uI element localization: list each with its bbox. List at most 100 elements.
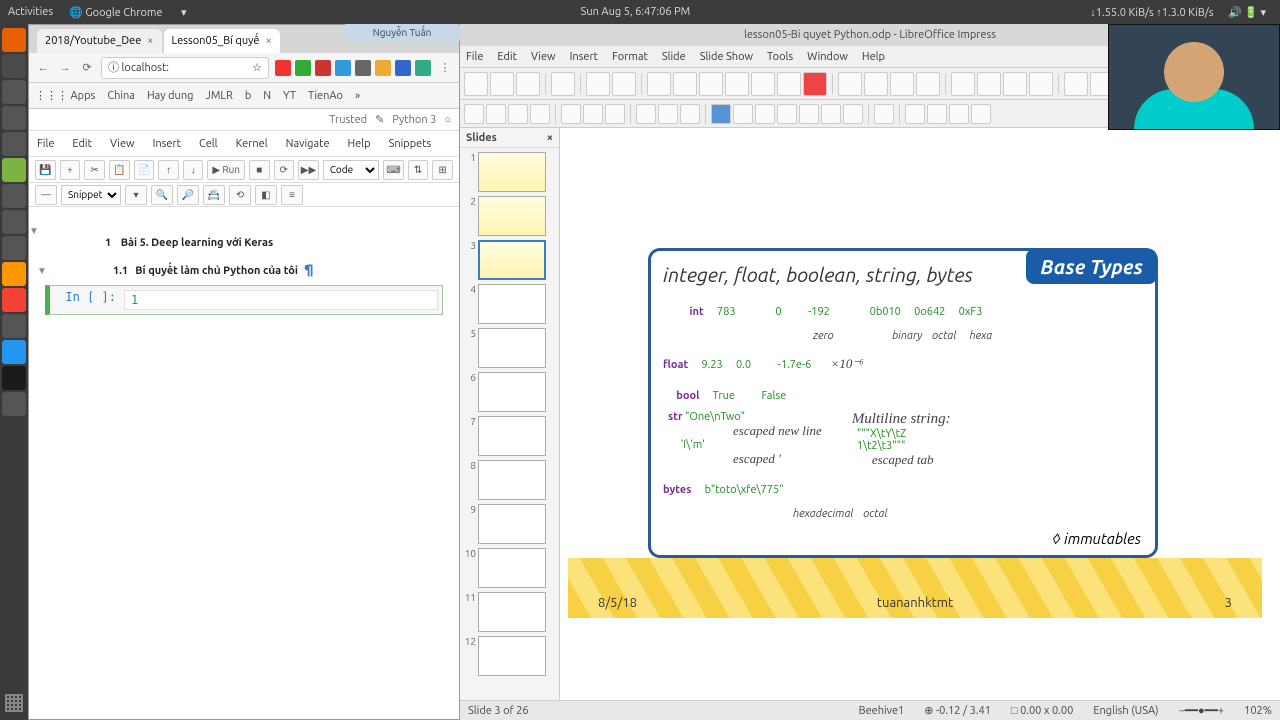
collapse-icon[interactable]: ▼	[29, 225, 39, 237]
line-button[interactable]	[561, 104, 581, 124]
open-button[interactable]	[490, 72, 514, 96]
notebook-body[interactable]: ▼ 1 Bài 5. Deep learning với Keras ▼ 1.1…	[29, 207, 459, 719]
bookmark[interactable]: YT	[283, 90, 296, 102]
menu-view[interactable]: View	[531, 51, 556, 63]
active-app[interactable]: 🌐 Google Chrome ▾	[69, 6, 186, 19]
dock-app[interactable]	[2, 236, 26, 260]
menu-button[interactable]: ⋮	[437, 60, 453, 76]
toolbar-button[interactable]	[1064, 72, 1088, 96]
copy-button[interactable]: 📋	[109, 160, 130, 180]
toolbar-button[interactable]	[916, 72, 940, 96]
extension-icon[interactable]	[315, 60, 331, 76]
slide-thumbnail[interactable]: 7	[464, 416, 555, 456]
toolbar-button[interactable]	[874, 104, 894, 124]
keyboard-button[interactable]: ⌨	[383, 160, 404, 180]
extension-icon[interactable]	[295, 60, 311, 76]
bookmark-overflow[interactable]: »	[355, 90, 360, 102]
rect-button[interactable]	[583, 104, 603, 124]
close-icon[interactable]: ×	[147, 35, 153, 47]
menu-window[interactable]: Window	[807, 51, 848, 63]
dock-app[interactable]	[2, 80, 26, 104]
toolbar-button[interactable]	[951, 72, 975, 96]
paste-button[interactable]: 📄	[134, 160, 155, 180]
dock-app[interactable]	[2, 132, 26, 156]
slide-thumbnail[interactable]: 10	[464, 548, 555, 588]
toolbar-button[interactable]	[977, 72, 1001, 96]
back-button[interactable]: ←	[35, 60, 51, 76]
tb-button[interactable]: ⟲	[229, 185, 251, 205]
toggle-button[interactable]: ⇅	[408, 160, 429, 180]
toolbar-button[interactable]	[755, 104, 775, 124]
browser-tab[interactable]: 2018/Youtube_Dee×	[37, 29, 162, 53]
cut-button[interactable]: ✂	[84, 160, 105, 180]
pilcrow-icon[interactable]: ¶	[304, 261, 314, 277]
menu-format[interactable]: Format	[612, 51, 648, 63]
toolbar-button[interactable]	[843, 104, 863, 124]
snippets-select[interactable]: Snippets	[61, 185, 121, 205]
bookmark[interactable]: ⋮⋮⋮ Apps	[35, 89, 95, 102]
clock[interactable]: Sun Aug 5, 6:47:06 PM	[581, 6, 691, 18]
toolbar-button[interactable]	[799, 104, 819, 124]
run-button[interactable]: ▶ Run	[207, 160, 244, 180]
redo-button[interactable]	[612, 72, 636, 96]
toolbar-button[interactable]	[636, 104, 656, 124]
bookmark[interactable]: Hay dung	[147, 90, 193, 102]
toolbar-button[interactable]	[777, 72, 801, 96]
menu-help[interactable]: Help	[348, 138, 371, 150]
tb-button[interactable]: 🔍	[151, 185, 173, 205]
dock-firefox[interactable]	[2, 28, 26, 52]
toolbar-button[interactable]	[751, 72, 775, 96]
toolbar-button[interactable]	[680, 104, 700, 124]
cell-input[interactable]: 1	[124, 290, 438, 310]
toolbar-button[interactable]	[530, 104, 550, 124]
toolbar-button[interactable]	[803, 72, 827, 96]
tb-button[interactable]: 📇	[203, 185, 225, 205]
menu-file[interactable]: File	[466, 51, 483, 63]
command-button[interactable]: ⊞	[432, 160, 453, 180]
toolbar-button[interactable]	[927, 104, 947, 124]
slide-thumbnail[interactable]: 12	[464, 636, 555, 676]
toolbar-button[interactable]	[864, 72, 888, 96]
toolbar-button[interactable]	[508, 104, 528, 124]
dock-app[interactable]	[2, 340, 26, 364]
slide-thumbnail[interactable]: 1	[464, 152, 555, 192]
slide-thumbnail[interactable]: 3	[464, 240, 555, 280]
bookmark[interactable]: TienAo	[308, 90, 343, 102]
tb-button[interactable]: —	[35, 185, 57, 205]
extension-icon[interactable]	[415, 60, 431, 76]
dock-app[interactable]	[2, 288, 26, 312]
move-up-button[interactable]: ↑	[158, 160, 179, 180]
toolbar-button[interactable]	[821, 104, 841, 124]
code-cell[interactable]: In [ ]: 1	[45, 285, 443, 315]
zoom-slider[interactable]: −━━●━━+	[1179, 704, 1225, 717]
toolbar-button[interactable]	[647, 72, 671, 96]
extension-icon[interactable]	[395, 60, 411, 76]
address-bar[interactable]: ⓘ localhost: ☆	[101, 57, 269, 79]
dock-app[interactable]	[2, 158, 26, 182]
restart-run-button[interactable]: ▶▶	[298, 160, 319, 180]
toolbar-button[interactable]	[1003, 72, 1027, 96]
extension-icon[interactable]	[355, 60, 371, 76]
menu-edit[interactable]: Edit	[497, 51, 517, 63]
textbox-button[interactable]	[838, 72, 862, 96]
slide-thumbnail[interactable]: 5	[464, 328, 555, 368]
toolbar-button[interactable]	[658, 104, 678, 124]
menu-view[interactable]: View	[110, 138, 135, 150]
menu-edit[interactable]: Edit	[72, 138, 92, 150]
stop-button[interactable]: ■	[249, 160, 270, 180]
tb-button[interactable]: ◧	[255, 185, 277, 205]
toolbar-button[interactable]	[673, 72, 697, 96]
table-button[interactable]	[725, 72, 749, 96]
show-applications[interactable]	[5, 694, 23, 712]
slide-canvas[interactable]: Base Types integer, float, boolean, stri…	[560, 128, 1280, 700]
menu-insert[interactable]: Insert	[570, 51, 598, 63]
new-button[interactable]	[464, 72, 488, 96]
toolbar-button[interactable]	[905, 104, 925, 124]
menu-tools[interactable]: Tools	[767, 51, 793, 63]
toolbar-button[interactable]	[733, 104, 753, 124]
menu-slide[interactable]: Slide	[662, 51, 686, 63]
zoom-button[interactable]	[486, 104, 506, 124]
restart-button[interactable]: ⟳	[274, 160, 295, 180]
export-button[interactable]	[551, 72, 575, 96]
heading-2[interactable]: 1.1 Bí quyết làm chủ Python của tôi¶	[113, 260, 443, 277]
